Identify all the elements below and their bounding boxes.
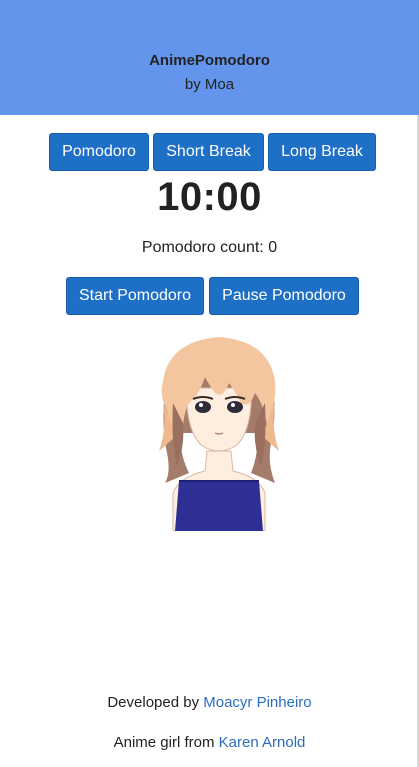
artist-credit: Anime girl from Karen Arnold bbox=[0, 734, 419, 751]
timer-display: 10:00 bbox=[157, 175, 262, 219]
app-header: AnimePomodoro by Moa bbox=[0, 0, 419, 115]
app-title: AnimePomodoro bbox=[149, 52, 270, 69]
pause-pomodoro-button[interactable]: Pause Pomodoro bbox=[209, 277, 359, 315]
app-author: by Moa bbox=[184, 76, 235, 93]
long-break-button[interactable]: Long Break bbox=[268, 133, 376, 171]
developer-credit: Developed by Moacyr Pinheiro bbox=[0, 694, 419, 711]
start-pomodoro-button[interactable]: Start Pomodoro bbox=[66, 277, 204, 315]
developer-credit-text: Developed by bbox=[107, 694, 204, 711]
short-break-button[interactable]: Short Break bbox=[153, 133, 264, 171]
anime-girl-illustration bbox=[129, 333, 309, 532]
artist-link[interactable]: Karen Arnold bbox=[219, 734, 306, 751]
developer-link[interactable]: Moacyr Pinheiro bbox=[203, 694, 311, 711]
pomodoro-count: Pomodoro count: 0 bbox=[141, 239, 278, 256]
artist-credit-text: Anime girl from bbox=[113, 734, 219, 751]
pomodoro-mode-button[interactable]: Pomodoro bbox=[49, 133, 149, 171]
